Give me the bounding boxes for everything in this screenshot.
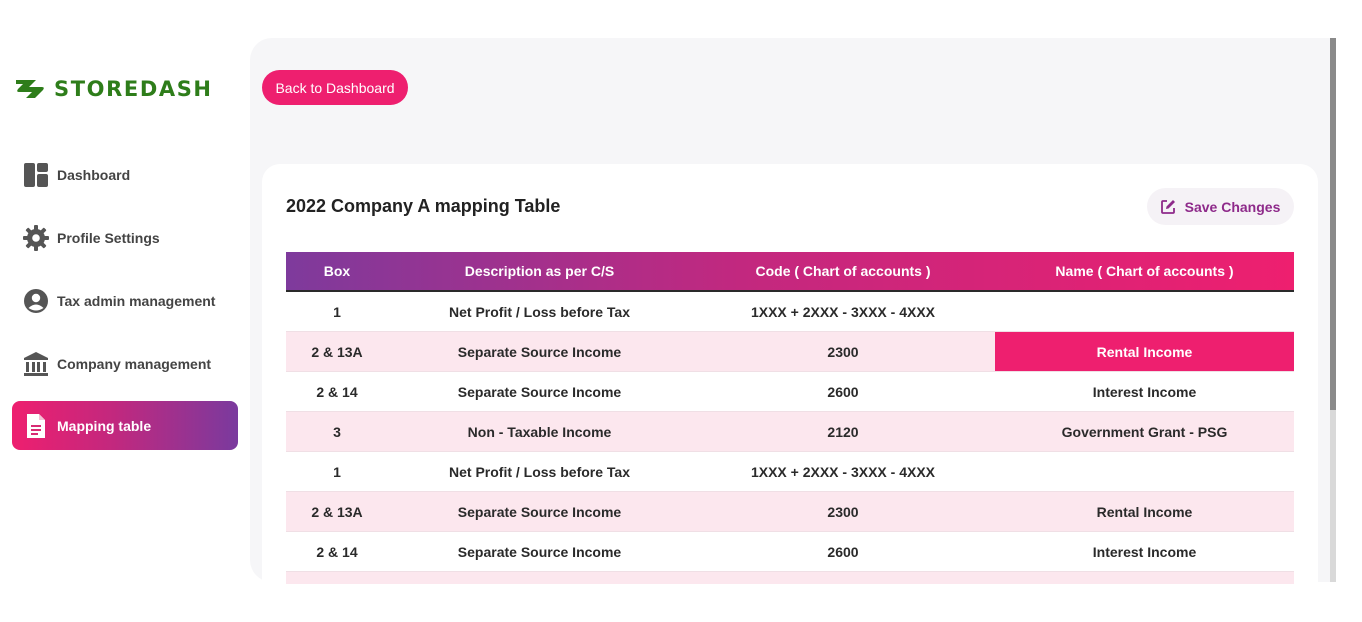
cell-box[interactable]: 2 & 13A <box>286 332 388 371</box>
save-changes-label: Save Changes <box>1184 198 1281 215</box>
sidebar-item-company-management[interactable]: Company management <box>12 339 238 388</box>
sidebar-item-mapping-table[interactable]: Mapping table <box>12 401 238 450</box>
cell-description[interactable]: Separate Source Income <box>388 492 691 531</box>
table-row: 2 & 14 Separate Source Income 2600 Inter… <box>286 532 1294 572</box>
cell-name[interactable] <box>995 452 1294 491</box>
sidebar-item-label: Profile Settings <box>57 229 160 246</box>
table-row: 1 Net Profit / Loss before Tax 1XXX + 2X… <box>286 452 1294 492</box>
cell-code[interactable]: 2300 <box>691 332 995 371</box>
cell-box[interactable]: 3 <box>286 412 388 451</box>
mapping-table: Box Description as per C/S Code ( Chart … <box>286 252 1294 584</box>
sidebar-item-label: Dashboard <box>57 166 131 183</box>
cell-description[interactable]: Separate Source Income <box>388 532 691 571</box>
page-title: 2022 Company A mapping Table <box>286 196 561 216</box>
user-circle-icon <box>23 288 49 314</box>
back-to-dashboard-button[interactable]: Back to Dashboard <box>262 70 408 105</box>
cell-description[interactable]: Separate Source Income <box>388 372 691 411</box>
mapping-table-card: 2022 Company A mapping Table Save Change… <box>262 164 1318 584</box>
table-row: 1 Net Profit / Loss before Tax 1XXX + 2X… <box>286 292 1294 332</box>
table-row: 2 & 13A Separate Source Income 2300 Rent… <box>286 332 1294 372</box>
gear-icon <box>23 224 49 251</box>
column-header-code[interactable]: Code ( Chart of accounts ) <box>691 252 995 290</box>
cell-code[interactable]: 1XXX + 2XXX - 3XXX - 4XXX <box>691 452 995 491</box>
cell-name[interactable] <box>995 572 1294 584</box>
cell-name-selected[interactable]: Rental Income <box>995 332 1294 371</box>
table-row: 2 & 13A Separate Source Income 2300 Rent… <box>286 492 1294 532</box>
cell-code[interactable]: 2300 <box>691 492 995 531</box>
cell-box[interactable]: 2 & 13A <box>286 492 388 531</box>
sidebar-item-label: Mapping table <box>57 417 152 434</box>
scrollbar-thumb[interactable] <box>1330 38 1336 410</box>
cell-code[interactable]: 2600 <box>691 532 995 571</box>
cell-description[interactable] <box>388 572 691 584</box>
cell-description[interactable]: Net Profit / Loss before Tax <box>388 292 691 331</box>
cell-code[interactable]: 1XXX + 2XXX - 3XXX - 4XXX <box>691 292 995 331</box>
cell-name[interactable]: Government Grant - PSG <box>995 412 1294 451</box>
cell-description[interactable]: Net Profit / Loss before Tax <box>388 452 691 491</box>
cell-code[interactable]: 2600 <box>691 372 995 411</box>
table-row <box>286 572 1294 584</box>
column-header-name[interactable]: Name ( Chart of accounts ) <box>995 252 1294 290</box>
bank-icon <box>23 351 49 377</box>
cell-code[interactable]: 2120 <box>691 412 995 451</box>
save-changes-button[interactable]: Save Changes <box>1147 188 1294 225</box>
document-icon <box>23 413 49 439</box>
column-header-description[interactable]: Description as per C/S <box>388 252 691 290</box>
cell-code[interactable] <box>691 572 995 584</box>
storedash-logo-icon <box>16 80 44 98</box>
cell-name[interactable]: Interest Income <box>995 372 1294 411</box>
brand-logo[interactable]: STOREDASH <box>14 76 213 102</box>
dashboard-icon <box>23 162 49 188</box>
cell-box[interactable]: 2 & 14 <box>286 532 388 571</box>
sidebar-item-profile-settings[interactable]: Profile Settings <box>12 213 238 262</box>
table-row: 2 & 14 Separate Source Income 2600 Inter… <box>286 372 1294 412</box>
sidebar-item-tax-admin[interactable]: Tax admin management <box>12 276 238 325</box>
table-header: Box Description as per C/S Code ( Chart … <box>286 252 1294 292</box>
sidebar-item-dashboard[interactable]: Dashboard <box>12 150 238 199</box>
edit-icon <box>1160 199 1176 214</box>
cell-name[interactable]: Interest Income <box>995 532 1294 571</box>
brand-name: STOREDASH <box>54 77 213 101</box>
cell-box[interactable]: 1 <box>286 452 388 491</box>
cell-name[interactable]: Rental Income <box>995 492 1294 531</box>
cell-description[interactable]: Non - Taxable Income <box>388 412 691 451</box>
cell-name[interactable] <box>995 292 1294 331</box>
cell-description[interactable]: Separate Source Income <box>388 332 691 371</box>
cell-box[interactable] <box>286 572 388 584</box>
cell-box[interactable]: 2 & 14 <box>286 372 388 411</box>
sidebar-item-label: Tax admin management <box>57 292 216 309</box>
table-row: 3 Non - Taxable Income 2120 Government G… <box>286 412 1294 452</box>
column-header-box[interactable]: Box <box>286 252 388 290</box>
sidebar-item-label: Company management <box>57 355 212 372</box>
cell-box[interactable]: 1 <box>286 292 388 331</box>
